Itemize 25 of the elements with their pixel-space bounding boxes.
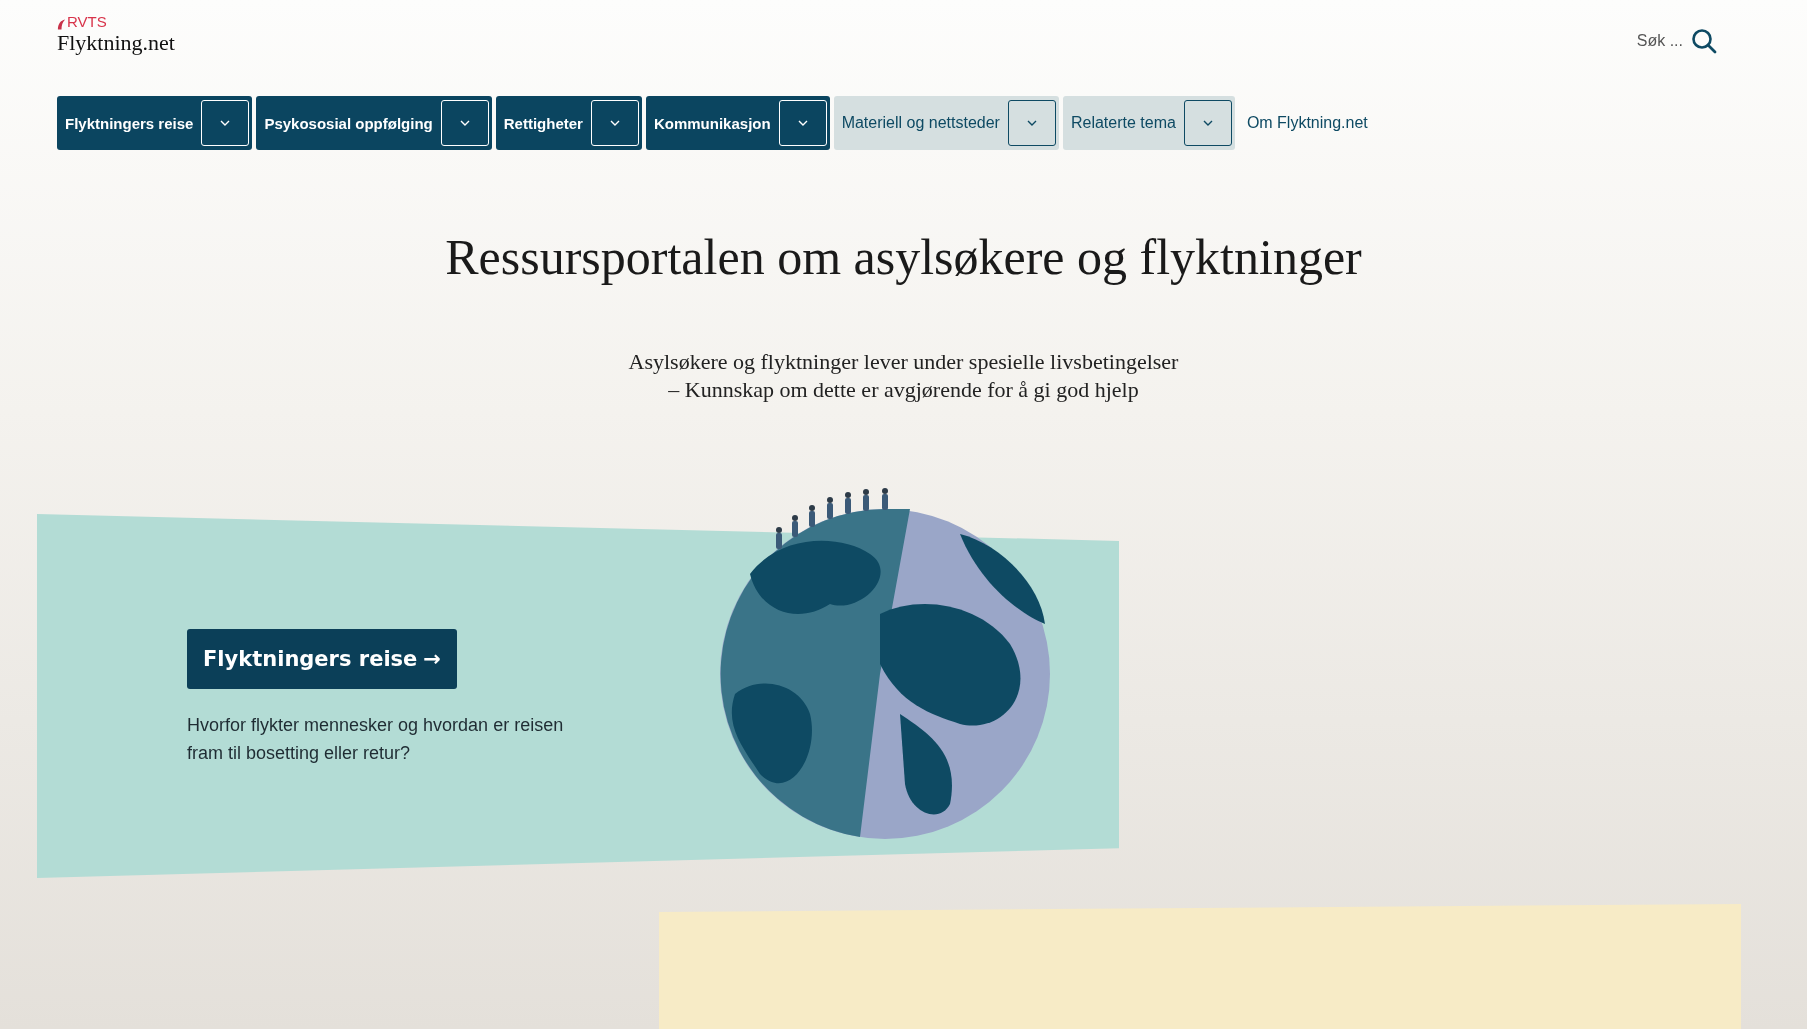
chevron-down-icon xyxy=(609,120,620,126)
subtitle-line: Asylsøkere og flyktninger lever under spesielle livsbetingelser xyxy=(627,348,1180,376)
nav-menu-item[interactable]: Psykososial oppfølging xyxy=(256,96,492,150)
chevron-down-icon xyxy=(220,120,231,126)
search-label[interactable]: Søk ... xyxy=(1636,32,1683,50)
journey-button[interactable]: Flyktningers reise → xyxy=(187,629,457,689)
nav-menu-item[interactable]: Materiell og nettsteder xyxy=(833,96,1059,150)
search-icon[interactable] xyxy=(1691,28,1717,54)
dropdown-toggle[interactable] xyxy=(1007,100,1056,146)
dropdown-toggle[interactable] xyxy=(1183,100,1232,146)
nav-menu-item[interactable]: Relaterte tema xyxy=(1062,96,1235,150)
nav-menu-item[interactable]: Kommunikasjon xyxy=(645,96,830,150)
leaf-icon xyxy=(57,18,66,30)
chevron-down-icon xyxy=(797,120,808,126)
nav-menu-item[interactable]: Rettigheter xyxy=(495,96,642,150)
page-title: Ressursportalen om asylsøkere og flyktninger xyxy=(444,228,1363,286)
chevron-down-icon xyxy=(1026,120,1037,126)
site-logo[interactable]: Flyktning.net xyxy=(57,30,175,56)
chevron-down-icon xyxy=(459,120,470,126)
subtitle-line: – Kunnskap om dette er avgjørende for å gi god hjelp xyxy=(667,376,1140,404)
nav-link[interactable]: Om Flyktning.net xyxy=(1238,114,1376,132)
nav-menu-item[interactable]: Flyktningers reise xyxy=(57,96,253,150)
logo-mark[interactable]: RVTS xyxy=(67,14,107,30)
feature-description: Hvorfor flykter mennesker og hvordan er reisen fram til bosetting eller retur? xyxy=(187,714,565,765)
chevron-down-icon xyxy=(1202,120,1213,126)
